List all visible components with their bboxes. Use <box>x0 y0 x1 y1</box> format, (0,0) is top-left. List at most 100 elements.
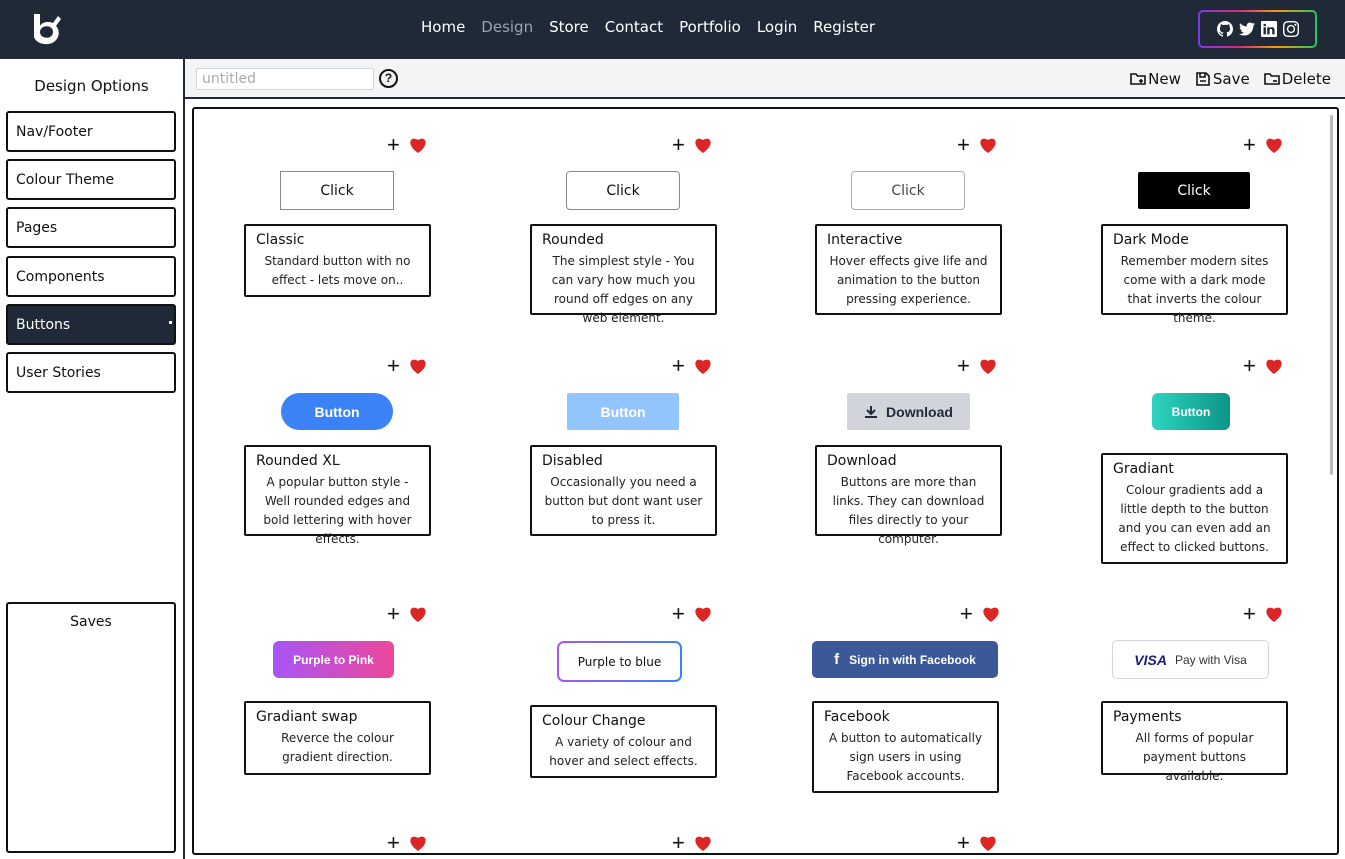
card-description: Standard button with no effect - lets mo… <box>264 254 411 287</box>
sidebar-item-nav-footer[interactable]: Nav/Footer <box>6 111 176 152</box>
scrollbar[interactable] <box>1330 115 1333 475</box>
heart-icon[interactable] <box>1265 358 1283 375</box>
nav-login-link[interactable]: Login <box>757 18 797 36</box>
design-toolbar: ? New Save Delete <box>185 59 1345 99</box>
heart-icon[interactable] <box>694 137 712 154</box>
social-links <box>1198 10 1317 48</box>
heart-icon[interactable] <box>979 137 997 154</box>
rounded-xl-button[interactable]: Button <box>281 393 393 430</box>
sidebar-item-buttons[interactable]: Buttons <box>6 304 176 345</box>
add-icon[interactable]: + <box>672 134 685 156</box>
disabled-card: Disabled Occasionally you need a button … <box>530 445 717 536</box>
heart-icon[interactable] <box>694 606 712 623</box>
heart-icon[interactable] <box>982 606 1000 623</box>
save-button[interactable]: Save <box>1195 70 1250 88</box>
purple-to-blue-button[interactable]: Purple to blue <box>557 641 682 682</box>
heart-icon[interactable] <box>694 358 712 375</box>
add-icon[interactable]: + <box>387 134 400 156</box>
add-icon[interactable]: + <box>957 134 970 156</box>
card-actions: + <box>957 355 997 377</box>
sidebar-item-colour-theme[interactable]: Colour Theme <box>6 159 176 200</box>
heart-icon[interactable] <box>694 835 712 852</box>
saves-title: Saves <box>70 614 112 630</box>
heart-icon[interactable] <box>979 835 997 852</box>
add-icon[interactable]: + <box>672 603 685 625</box>
nav-home-link[interactable]: Home <box>421 18 465 36</box>
purple-to-pink-button[interactable]: Purple to Pink <box>273 641 394 678</box>
gradient-button[interactable]: Button <box>1152 393 1230 430</box>
classic-click-button[interactable]: Click <box>280 171 394 210</box>
card-title: Dark Mode <box>1113 232 1189 248</box>
help-icon[interactable]: ? <box>379 69 398 88</box>
nav-design-link[interactable]: Design <box>481 18 533 36</box>
delete-button[interactable]: Delete <box>1263 70 1331 88</box>
add-icon[interactable]: + <box>957 355 970 377</box>
facebook-icon: f <box>834 651 840 668</box>
pay-with-visa-button[interactable]: VISA Pay with Visa <box>1112 640 1269 679</box>
card-description: A popular button style - Well rounded ed… <box>263 475 412 546</box>
heart-icon[interactable] <box>409 358 427 375</box>
sidebar-item-pages[interactable]: Pages <box>6 207 176 248</box>
card-actions: + <box>387 603 427 625</box>
add-icon[interactable]: + <box>1243 134 1256 156</box>
heart-icon[interactable] <box>979 358 997 375</box>
github-icon[interactable] <box>1216 21 1233 37</box>
add-icon[interactable]: + <box>957 832 970 854</box>
add-icon[interactable]: + <box>1243 355 1256 377</box>
classic-card: Classic Standard button with no effect -… <box>244 224 431 297</box>
instagram-icon[interactable] <box>1282 21 1299 37</box>
heart-icon[interactable] <box>409 835 427 852</box>
design-name-input[interactable] <box>196 68 374 90</box>
download-button[interactable]: Download <box>847 393 970 430</box>
linkedin-icon[interactable] <box>1260 21 1277 37</box>
card-description: All forms of popular payment buttons ava… <box>1135 731 1254 783</box>
heart-icon[interactable] <box>1265 606 1283 623</box>
card-actions: + <box>672 832 712 854</box>
add-icon[interactable]: + <box>960 603 973 625</box>
dark-mode-click-button[interactable]: Click <box>1138 172 1250 209</box>
add-icon[interactable]: + <box>672 355 685 377</box>
save-icon <box>1196 72 1210 86</box>
add-icon[interactable]: + <box>672 832 685 854</box>
card-title: Facebook <box>824 709 890 725</box>
sidebar-item-user-stories[interactable]: User Stories <box>6 352 176 393</box>
facebook-signin-button[interactable]: f Sign in with Facebook <box>812 641 998 678</box>
card-actions: + <box>957 832 997 854</box>
saves-panel: Saves <box>6 602 176 853</box>
card-description: Colour gradients add a little depth to t… <box>1118 483 1271 554</box>
twitter-icon[interactable] <box>1238 21 1255 37</box>
interactive-click-button[interactable]: Click <box>851 171 965 210</box>
sidebar-item-components[interactable]: Components <box>6 256 176 297</box>
heart-icon[interactable] <box>409 606 427 623</box>
site-logo-icon[interactable] <box>28 12 68 46</box>
card-actions: + <box>960 603 1000 625</box>
save-label: Save <box>1212 70 1250 88</box>
visa-logo-icon: VISA <box>1134 651 1167 668</box>
nav-store-link[interactable]: Store <box>549 18 589 36</box>
nav-portfolio-link[interactable]: Portfolio <box>679 18 741 36</box>
add-icon[interactable]: + <box>387 832 400 854</box>
visa-button-label: Pay with Visa <box>1174 652 1247 667</box>
card-description: Remember modern sites come with a dark m… <box>1120 254 1269 325</box>
dark-mode-card: Dark Mode Remember modern sites come wit… <box>1101 224 1288 325</box>
card-actions: + <box>1243 355 1283 377</box>
add-icon[interactable]: + <box>387 603 400 625</box>
nav-contact-link[interactable]: Contact <box>605 18 663 36</box>
card-title: Colour Change <box>542 713 646 729</box>
heart-icon[interactable] <box>1265 137 1283 154</box>
card-title: Payments <box>1113 709 1182 725</box>
add-icon[interactable]: + <box>387 355 400 377</box>
heart-icon[interactable] <box>409 137 427 154</box>
rounded-click-button[interactable]: Click <box>566 171 680 210</box>
nav-register-link[interactable]: Register <box>813 18 875 36</box>
facebook-button-label: Sign in with Facebook <box>849 652 976 667</box>
card-actions: + <box>957 134 997 156</box>
card-title: Rounded <box>542 232 604 248</box>
card-description: Buttons are more than links. They can do… <box>832 475 985 546</box>
card-title: Gradiant <box>1113 461 1174 477</box>
new-button[interactable]: New <box>1130 70 1181 88</box>
rounded-xl-card: Rounded XL A popular button style - Well… <box>244 445 431 546</box>
card-title: Download <box>827 453 897 469</box>
add-icon[interactable]: + <box>1243 603 1256 625</box>
purple-to-blue-label: Purple to blue <box>559 643 680 680</box>
